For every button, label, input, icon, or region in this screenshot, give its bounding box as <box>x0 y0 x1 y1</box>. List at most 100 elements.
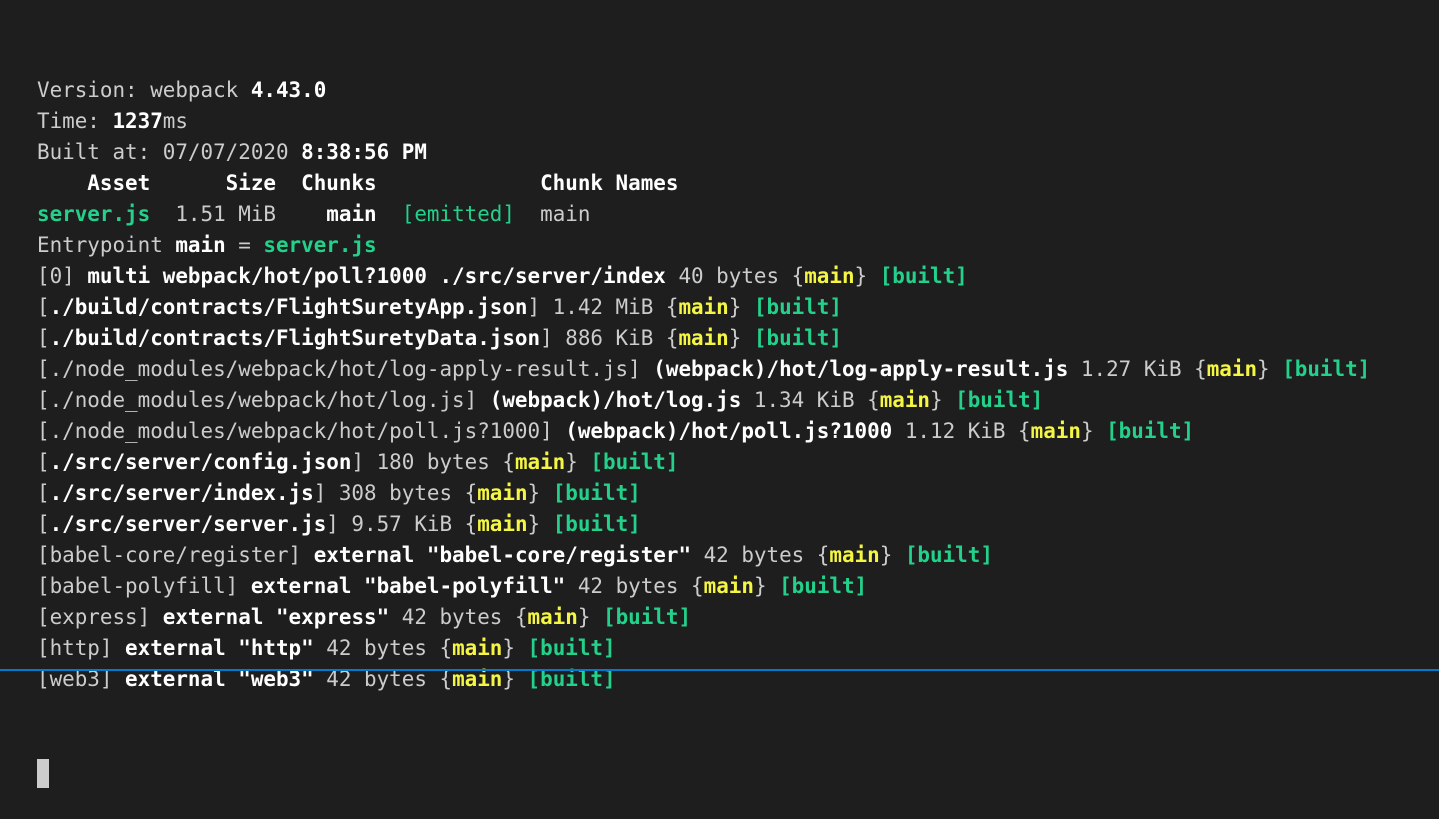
terminal-line: Entrypoint main = server.js <box>37 230 1439 261</box>
terminal-text-segment: (webpack)/hot/log-apply-result.js <box>653 357 1068 381</box>
terminal-text-segment: ] 9.57 KiB { <box>326 512 477 536</box>
terminal-text-segment: } <box>729 295 754 319</box>
terminal-text-segment: = <box>226 233 264 257</box>
terminal-line: [./node_modules/webpack/hot/poll.js?1000… <box>37 416 1439 447</box>
terminal-text-segment: [built] <box>603 605 691 629</box>
terminal-text-segment: ./build/contracts/FlightSuretyApp.json <box>50 295 528 319</box>
terminal-line: [./src/server/index.js] 308 bytes {main}… <box>37 478 1439 509</box>
terminal-text-segment: [built] <box>880 264 968 288</box>
terminal-text-segment: } <box>565 450 590 474</box>
terminal-text-segment: [./node_modules/webpack/hot/poll.js?1000… <box>37 419 565 443</box>
terminal-text-segment: [ <box>37 481 50 505</box>
terminal-text-segment: [ <box>37 295 50 319</box>
terminal-text-segment: main <box>477 512 527 536</box>
terminal-text-segment: } <box>1081 419 1106 443</box>
terminal-text-segment: } <box>855 264 880 288</box>
terminal-text-segment: main <box>326 202 376 226</box>
terminal-text-segment: [./node_modules/webpack/hot/log.js] <box>37 388 490 412</box>
terminal-text-segment: main <box>704 574 754 598</box>
terminal-line: [./build/contracts/FlightSuretyApp.json]… <box>37 292 1439 323</box>
terminal-text-segment: Time: <box>37 109 112 133</box>
terminal-text-segment: 1.34 KiB { <box>741 388 879 412</box>
terminal-text-segment: (webpack)/hot/log.js <box>490 388 742 412</box>
terminal-text-segment: ] 886 KiB { <box>540 326 678 350</box>
terminal-text-segment: } <box>754 574 779 598</box>
terminal-text-segment: } <box>528 481 553 505</box>
terminal-text-segment: main <box>829 543 879 567</box>
terminal-text-segment: external "express" <box>163 605 389 629</box>
terminal-line: [express] external "express" 42 bytes {m… <box>37 602 1439 633</box>
terminal-text-segment: main <box>1207 357 1257 381</box>
terminal-text-segment <box>377 202 402 226</box>
terminal-text-segment: main <box>880 388 930 412</box>
terminal-text-segment: [built] <box>528 636 616 660</box>
terminal-text-segment: ./src/server/server.js <box>50 512 327 536</box>
terminal-text-segment: [./node_modules/webpack/hot/log-apply-re… <box>37 357 653 381</box>
terminal-line: [./src/server/config.json] 180 bytes {ma… <box>37 447 1439 478</box>
terminal-text-segment: [built] <box>754 295 842 319</box>
terminal-text-segment: external "babel-polyfill" <box>251 574 565 598</box>
terminal-text-segment: 4.43.0 <box>251 78 326 102</box>
terminal-text-segment: [babel-polyfill] <box>37 574 251 598</box>
terminal-text-segment: ./build/contracts/FlightSuretyData.json <box>50 326 541 350</box>
terminal-text-segment: server.js <box>37 202 150 226</box>
terminal-text-segment: ] 308 bytes { <box>314 481 478 505</box>
terminal-text-segment: external "babel-core/register" <box>314 543 691 567</box>
terminal-text-segment: [built] <box>590 450 678 474</box>
terminal-text-segment: } <box>729 326 754 350</box>
terminal-text-segment: [http] <box>37 636 125 660</box>
terminal-text-segment: [built] <box>779 574 867 598</box>
terminal-text-segment: [babel-core/register] <box>37 543 314 567</box>
terminal-text-segment: main <box>678 295 728 319</box>
terminal-text-segment: [built] <box>1106 419 1194 443</box>
terminal-text-segment: 42 bytes { <box>314 636 452 660</box>
terminal-text-segment: main <box>175 233 225 257</box>
terminal-text-segment: [built] <box>955 388 1043 412</box>
terminal-text-segment: 1.27 KiB { <box>1068 357 1206 381</box>
terminal-output[interactable]: Version: webpack 4.43.0Time: 1237msBuilt… <box>0 0 1439 671</box>
terminal-line: [babel-core/register] external "babel-co… <box>37 540 1439 571</box>
terminal-line: Built at: 07/07/2020 8:38:56 PM <box>37 137 1439 168</box>
terminal-line: server.js 1.51 MiB main [emitted] main <box>37 199 1439 230</box>
terminal-text-segment: Asset Size Chunks Chunk Names <box>37 171 678 195</box>
terminal-text-segment: [ <box>37 450 50 474</box>
terminal-text-segment: [ <box>37 326 50 350</box>
terminal-line: Asset Size Chunks Chunk Names <box>37 168 1439 199</box>
terminal-text-segment: server.js <box>263 233 376 257</box>
terminal-lines: Version: webpack 4.43.0Time: 1237msBuilt… <box>37 75 1439 695</box>
terminal-prompt-line[interactable] <box>37 757 1439 788</box>
terminal-text-segment: } <box>578 605 603 629</box>
terminal-text-segment: [express] <box>37 605 163 629</box>
terminal-text-segment: [built] <box>754 326 842 350</box>
terminal-text-segment: 40 bytes { <box>666 264 804 288</box>
terminal-line: [babel-polyfill] external "babel-polyfil… <box>37 571 1439 602</box>
terminal-text-segment: 42 bytes { <box>691 543 829 567</box>
terminal-text-segment: } <box>528 512 553 536</box>
terminal-line: Time: 1237ms <box>37 106 1439 137</box>
terminal-text-segment: 1237 <box>112 109 162 133</box>
terminal-line: Version: webpack 4.43.0 <box>37 75 1439 106</box>
terminal-line: [./node_modules/webpack/hot/log-apply-re… <box>37 354 1439 385</box>
terminal-text-segment: Entrypoint <box>37 233 175 257</box>
terminal-line: [./node_modules/webpack/hot/log.js] (web… <box>37 385 1439 416</box>
terminal-text-segment: } <box>1257 357 1282 381</box>
terminal-text-segment: 42 bytes { <box>389 605 527 629</box>
terminal-text-segment: 1.51 MiB <box>150 202 326 226</box>
terminal-text-segment: } <box>502 636 527 660</box>
terminal-text-segment: ./src/server/index.js <box>50 481 314 505</box>
terminal-text-segment: ./src/server/config.json <box>50 450 352 474</box>
terminal-text-segment: main <box>477 481 527 505</box>
terminal-text-segment: [ <box>37 512 50 536</box>
terminal-text-segment: 42 bytes { <box>565 574 703 598</box>
terminal-text-segment: main <box>452 636 502 660</box>
terminal-text-segment: [0] <box>37 264 87 288</box>
terminal-text-segment: main <box>528 605 578 629</box>
terminal-text-segment: (webpack)/hot/poll.js?1000 <box>565 419 892 443</box>
terminal-text-segment: 1.12 KiB { <box>892 419 1030 443</box>
terminal-text-segment: } <box>930 388 955 412</box>
terminal-text-segment: ] 1.42 MiB { <box>528 295 679 319</box>
terminal-text-segment: [built] <box>553 512 641 536</box>
terminal-text-segment: [built] <box>553 481 641 505</box>
terminal-line: [./build/contracts/FlightSuretyData.json… <box>37 323 1439 354</box>
terminal-text-segment: external "http" <box>125 636 314 660</box>
